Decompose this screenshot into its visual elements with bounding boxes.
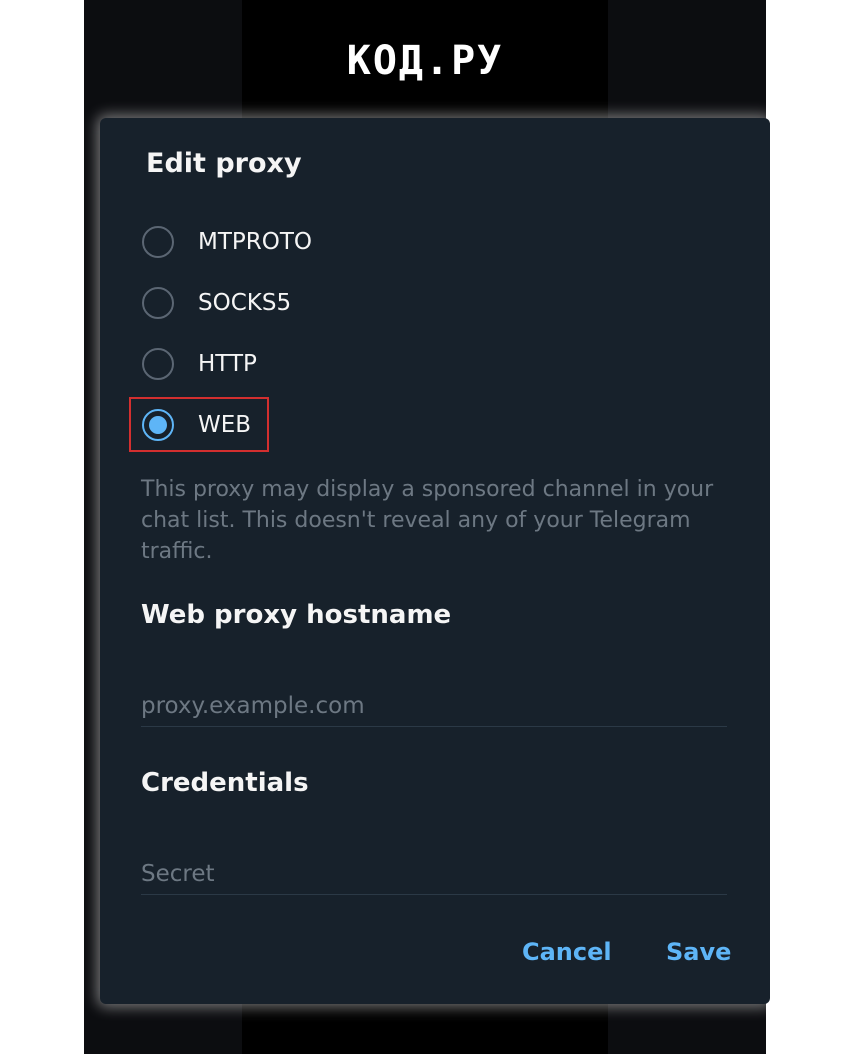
hostname-section-title: Web proxy hostname bbox=[141, 600, 452, 630]
radio-option-http[interactable]: HTTP bbox=[142, 345, 257, 383]
radio-label-http: HTTP bbox=[198, 351, 257, 377]
edit-proxy-dialog: Edit proxy MTPROTO SOCKS5 HTTP WEB This … bbox=[100, 118, 770, 1004]
radio-button-http[interactable] bbox=[142, 348, 174, 380]
credentials-section-title: Credentials bbox=[141, 768, 309, 798]
radio-button-socks5[interactable] bbox=[142, 287, 174, 319]
annotation-highlight-box bbox=[129, 397, 269, 452]
save-button[interactable]: Save bbox=[666, 938, 731, 966]
radio-button-mtproto[interactable] bbox=[142, 226, 174, 258]
background-left-panel bbox=[0, 0, 84, 1054]
radio-option-socks5[interactable]: SOCKS5 bbox=[142, 284, 291, 322]
watermark-logo: КОД.РУ bbox=[346, 38, 504, 84]
hostname-input[interactable] bbox=[141, 686, 727, 727]
secret-input[interactable] bbox=[141, 854, 727, 895]
dialog-title: Edit proxy bbox=[146, 148, 302, 179]
screenshot-stage: КОД.РУ Edit proxy MTPROTO SOCKS5 HTTP WE… bbox=[0, 0, 850, 1054]
cancel-button[interactable]: Cancel bbox=[522, 938, 612, 966]
radio-label-mtproto: MTPROTO bbox=[198, 229, 313, 255]
background-right-panel bbox=[766, 0, 850, 1054]
sponsored-channel-note: This proxy may display a sponsored chann… bbox=[141, 477, 714, 564]
radio-label-socks5: SOCKS5 bbox=[198, 290, 292, 316]
radio-option-mtproto[interactable]: MTPROTO bbox=[142, 223, 312, 261]
